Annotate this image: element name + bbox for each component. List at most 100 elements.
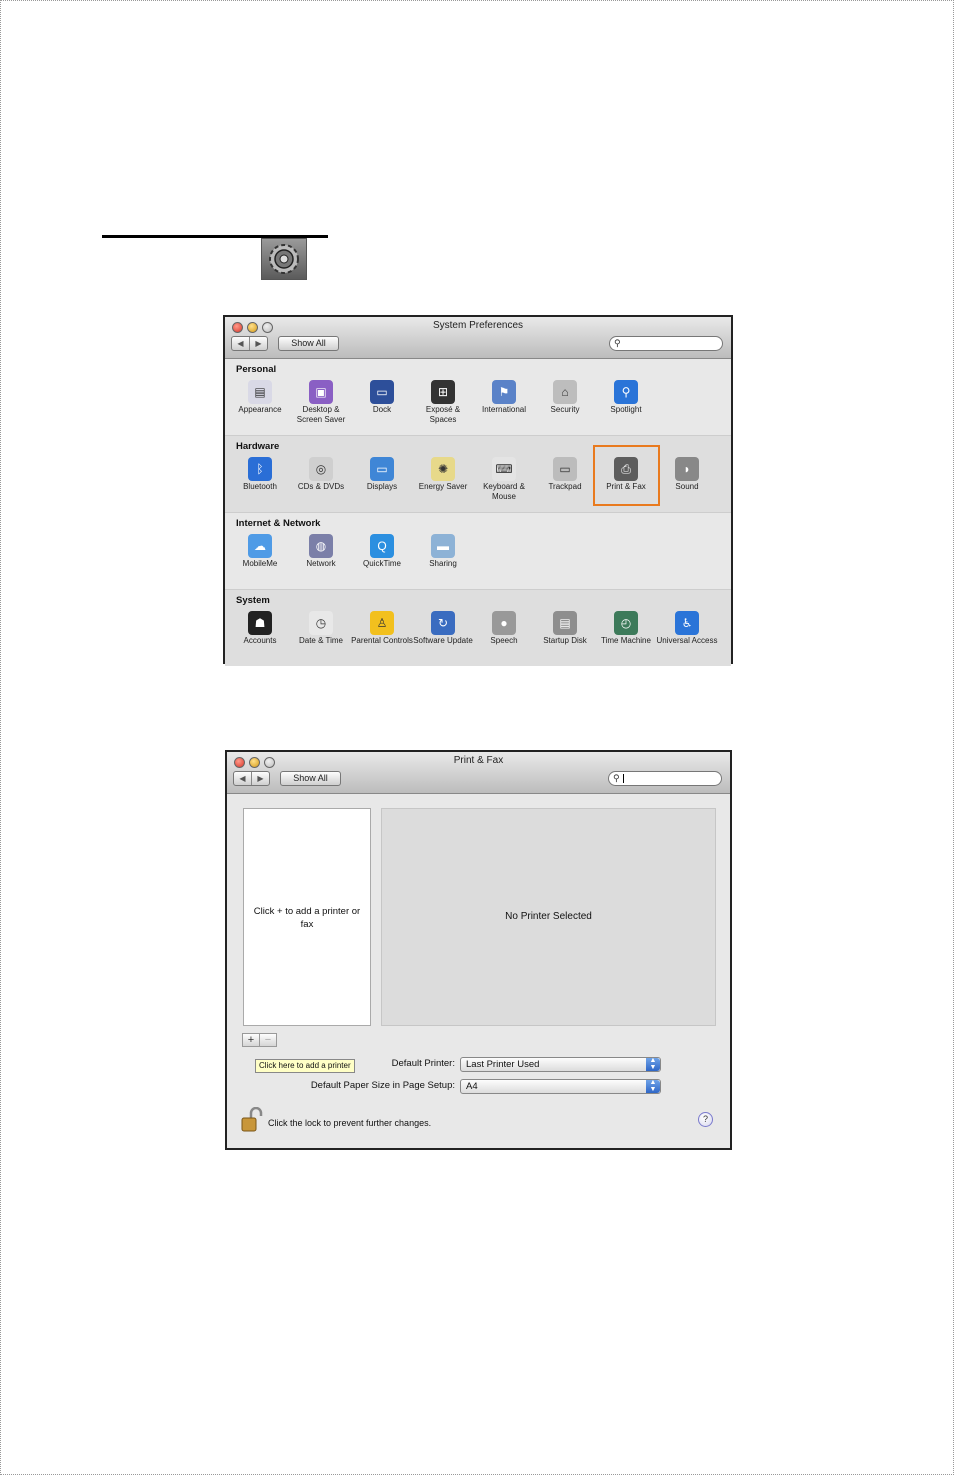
back-button[interactable]: ◀ <box>234 772 251 785</box>
pref-pane-keyboard-mouse[interactable]: ⌨ Keyboard & Mouse <box>473 457 535 502</box>
forward-button[interactable]: ▶ <box>249 337 267 350</box>
section-label: System <box>236 595 270 606</box>
search-icon: ⚲ <box>613 773 620 783</box>
system-preferences-window: System Preferences ◀ ▶ Show All ⚲ Person… <box>223 315 733 666</box>
pref-pane-accounts[interactable]: ☗ Accounts <box>229 611 291 646</box>
pref-pane-label: Appearance <box>238 405 282 414</box>
default-printer-select[interactable]: Last Printer Used ▲ ▼ <box>460 1057 661 1072</box>
pref-pane-expos-spaces[interactable]: ⊞ Exposé & Spaces <box>412 380 474 425</box>
forward-button[interactable]: ▶ <box>251 772 269 785</box>
pref-pane-label: QuickTime <box>363 559 401 568</box>
search-field[interactable]: ⚲ <box>609 336 723 351</box>
microphone-icon: ● <box>492 611 516 635</box>
pref-pane-spotlight[interactable]: ⚲ Spotlight <box>595 380 657 415</box>
spotlight-icon: ⚲ <box>614 380 638 404</box>
pref-pane-label: Energy Saver <box>418 482 468 491</box>
flag-icon: ⚑ <box>492 380 516 404</box>
window-title: System Preferences <box>432 320 524 331</box>
pref-pane-desktop-screen-saver[interactable]: ▣ Desktop & Screen Saver <box>290 380 352 425</box>
select-arrows-icon: ▲ ▼ <box>646 1079 660 1093</box>
accessibility-icon: ♿ <box>675 611 699 635</box>
pref-pane-software-update[interactable]: ↻ Software Update <box>412 611 474 646</box>
add-printer-button[interactable]: + <box>243 1034 259 1046</box>
pref-pane-label: Trackpad <box>548 482 582 491</box>
pref-pane-parental-controls[interactable]: ♙ Parental Controls <box>351 611 413 646</box>
search-icon: ⚲ <box>614 338 621 348</box>
pref-pane-international[interactable]: ⚑ International <box>473 380 535 415</box>
pref-pane-label: Dock <box>372 405 392 414</box>
pref-pane-label: Keyboard & Mouse <box>483 482 525 501</box>
default-printer-label: Default Printer: <box>391 1058 455 1069</box>
pref-pane-security[interactable]: ⌂ Security <box>534 380 596 415</box>
pref-pane-label: Software Update <box>413 636 473 645</box>
section-label: Internet & Network <box>236 518 321 529</box>
folder-icon: ▬ <box>431 534 455 558</box>
system-preferences-icon <box>261 238 307 280</box>
pref-pane-label: Spotlight <box>610 405 642 414</box>
help-button[interactable]: ? <box>698 1112 713 1127</box>
pref-pane-mobileme[interactable]: ☁ MobileMe <box>229 534 291 569</box>
pref-pane-label: Parental Controls <box>351 636 413 645</box>
pref-pane-label: Displays <box>366 482 398 491</box>
pref-pane-time-machine[interactable]: ◴ Time Machine <box>595 611 657 646</box>
clock-icon: ◷ <box>309 611 333 635</box>
show-all-button[interactable]: Show All <box>280 771 341 786</box>
print-fax-window: Print & Fax ◀ ▶ Show All ⚲ Click + to ad… <box>225 750 732 1150</box>
pref-pane-sound[interactable]: ◗ Sound <box>656 457 718 492</box>
pref-pane-label: Bluetooth <box>243 482 277 491</box>
text-caret <box>623 774 624 783</box>
nav-buttons: ◀ ▶ <box>231 336 268 351</box>
add-remove-buttons: + − <box>242 1033 277 1047</box>
globe-icon: ◍ <box>309 534 333 558</box>
pref-pane-label: International <box>481 405 527 414</box>
pref-pane-label: Exposé & Spaces <box>425 405 461 424</box>
pref-pane-speech[interactable]: ● Speech <box>473 611 535 646</box>
remove-printer-button[interactable]: − <box>259 1034 276 1046</box>
pref-pane-label: Accounts <box>243 636 277 645</box>
show-all-button[interactable]: Show All <box>278 336 339 351</box>
bluetooth-icon: ᛒ <box>248 457 272 481</box>
pref-pane-appearance[interactable]: ▤ Appearance <box>229 380 291 415</box>
pref-pane-label: CDs & DVDs <box>297 482 345 491</box>
disc-icon: ◎ <box>309 457 333 481</box>
pref-pane-label: Desktop & Screen Saver <box>296 405 346 424</box>
update-icon: ↻ <box>431 611 455 635</box>
section-label: Hardware <box>236 441 280 452</box>
people-icon: ☗ <box>248 611 272 635</box>
pref-pane-label: Speech <box>490 636 518 645</box>
search-field[interactable]: ⚲ <box>608 771 722 786</box>
pref-pane-quicktime[interactable]: Q QuickTime <box>351 534 413 569</box>
lightbulb-icon: ✺ <box>431 457 455 481</box>
pref-pane-bluetooth[interactable]: ᛒ Bluetooth <box>229 457 291 492</box>
pref-pane-startup-disk[interactable]: ▤ Startup Disk <box>534 611 596 646</box>
time-machine-icon: ◴ <box>614 611 638 635</box>
highlight-box <box>593 445 660 506</box>
pref-pane-displays[interactable]: ▭ Displays <box>351 457 413 492</box>
add-printer-tooltip: Click here to add a printer <box>255 1059 355 1073</box>
pref-pane-date-time[interactable]: ◷ Date & Time <box>290 611 352 646</box>
pref-pane-label: Startup Disk <box>543 636 587 645</box>
titlebar: Print & Fax ◀ ▶ Show All ⚲ <box>227 752 730 794</box>
window-title: Print & Fax <box>453 755 504 766</box>
pref-pane-sharing[interactable]: ▬ Sharing <box>412 534 474 569</box>
pref-pane-universal-access[interactable]: ♿ Universal Access <box>656 611 718 646</box>
titlebar: System Preferences ◀ ▶ Show All ⚲ <box>225 317 731 359</box>
pref-pane-dock[interactable]: ▭ Dock <box>351 380 413 415</box>
pref-pane-trackpad[interactable]: ▭ Trackpad <box>534 457 596 492</box>
expose-icon: ⊞ <box>431 380 455 404</box>
house-safe-icon: ⌂ <box>553 380 577 404</box>
nav-buttons: ◀ ▶ <box>233 771 270 786</box>
paper-size-select[interactable]: A4 ▲ ▼ <box>460 1079 661 1094</box>
pref-pane-energy-saver[interactable]: ✺ Energy Saver <box>412 457 474 492</box>
section-personal: Personal ▤ Appearance ▣ Desktop & Screen Sav… <box>225 359 731 436</box>
back-button[interactable]: ◀ <box>232 337 249 350</box>
lock-icon[interactable] <box>241 1107 263 1133</box>
no-printer-message: No Printer Selected <box>505 911 592 922</box>
printer-list[interactable]: Click + to add a printer or fax <box>243 808 371 1026</box>
gear-icon <box>269 244 299 274</box>
pref-pane-label: Sound <box>675 482 699 491</box>
pref-pane-network[interactable]: ◍ Network <box>290 534 352 569</box>
pref-pane-cds-dvds[interactable]: ◎ CDs & DVDs <box>290 457 352 492</box>
page-border <box>0 0 954 1475</box>
dock-icon: ▭ <box>370 380 394 404</box>
